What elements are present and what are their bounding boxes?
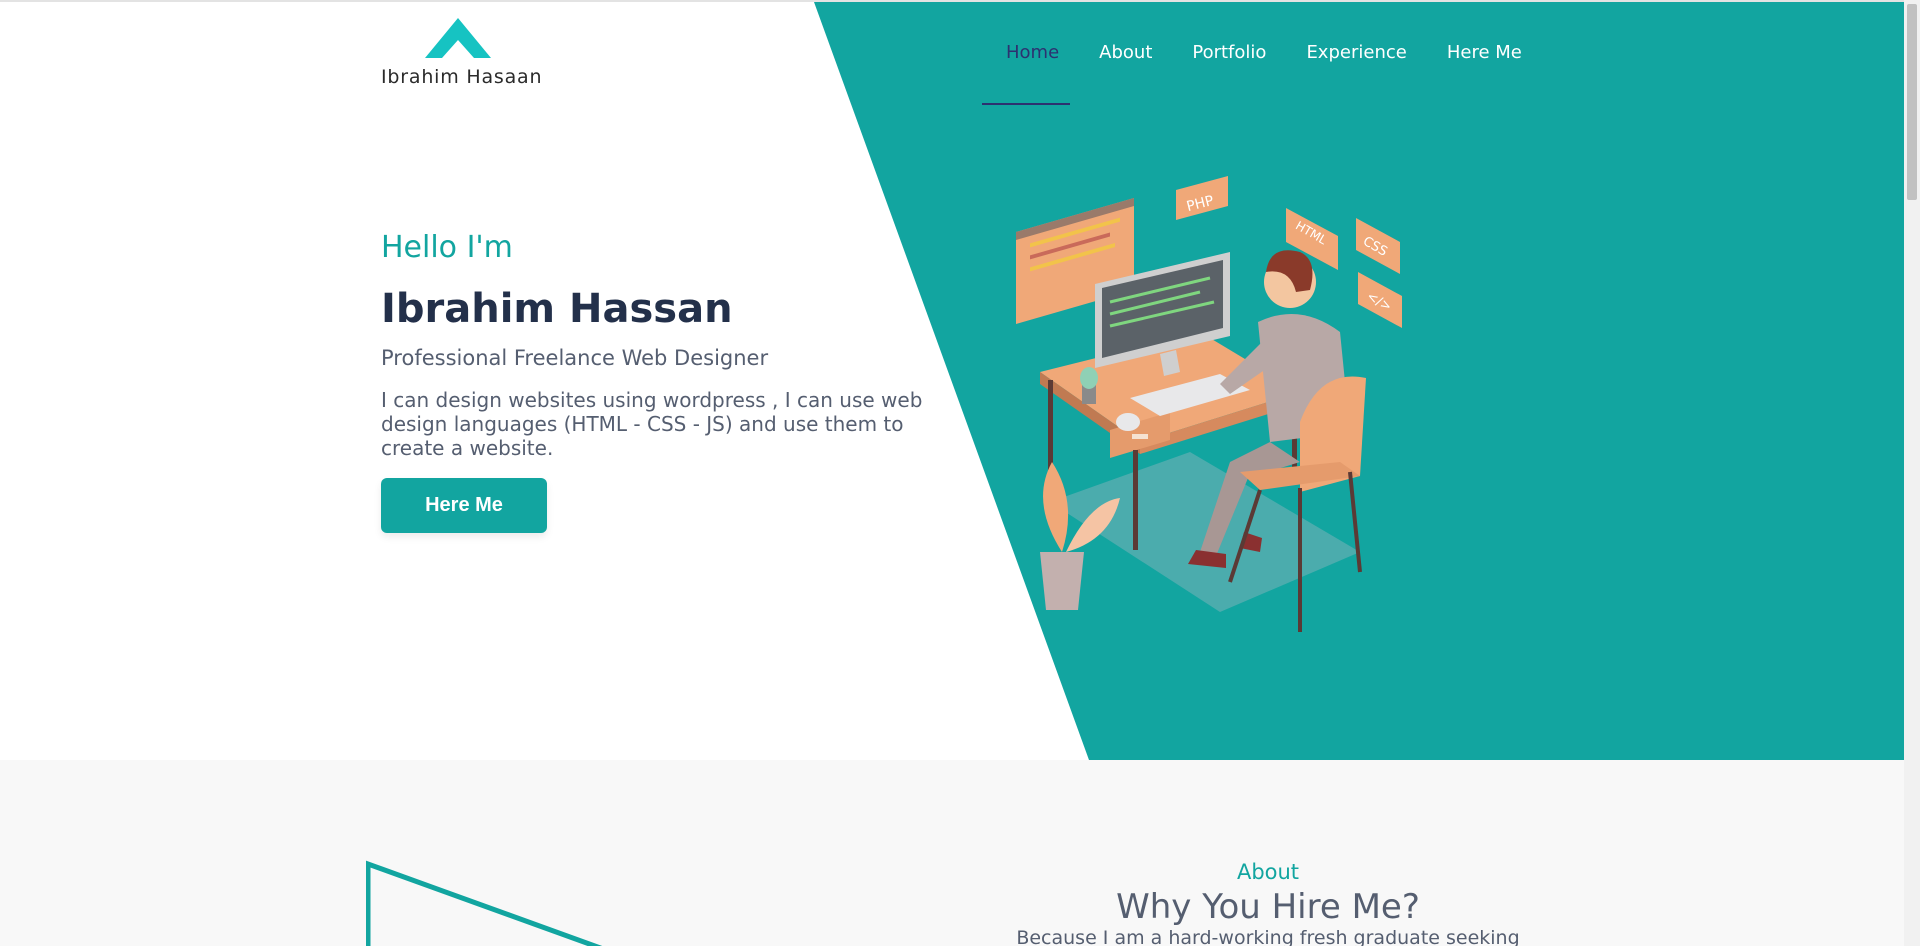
about-text: Because I am a hard-working fresh gradua… [1016,927,1520,946]
nav-experience[interactable]: Experience [1286,42,1426,63]
code-tag-bubble: </> [1358,272,1402,328]
main-nav: Home About Portfolio Experience Here Me [986,42,1542,63]
logo-text: Ibrahim Hasaan [381,66,543,88]
about-title: Why You Hire Me? [1116,887,1420,927]
hero-greeting: Hello I'm [381,230,513,265]
about-section: About Why You Hire Me? Because I am a ha… [0,760,1904,946]
hero-teal-background [814,2,1904,760]
mountain-logo-icon [425,18,491,58]
hero-section: Ibrahim Hasaan Home About Portfolio Expe… [0,2,1904,760]
nav-portfolio[interactable]: Portfolio [1172,42,1286,63]
nav-about[interactable]: About [1079,42,1172,63]
nav-active-underline [982,103,1070,105]
css-tag-bubble: CSS [1356,218,1400,274]
hero-subtitle: Professional Freelance Web Designer [381,346,769,370]
hero-name: Ibrahim Hassan [381,286,733,332]
about-tag: About [1236,860,1300,884]
php-tag-bubble: PHP [1176,176,1228,220]
nav-home[interactable]: Home [986,42,1079,63]
hero-description: I can design websites using wordpress , … [381,388,923,460]
site-logo[interactable]: Ibrahim Hasaan [381,16,542,92]
developer-at-desk-illustration: PHP HTML CSS </> [1016,176,1402,632]
page-scrollbar[interactable] [1904,0,1920,946]
scrollbar-thumb[interactable] [1907,4,1917,200]
hire-me-button[interactable]: Here Me [381,478,547,533]
nav-here-me[interactable]: Here Me [1427,42,1542,63]
